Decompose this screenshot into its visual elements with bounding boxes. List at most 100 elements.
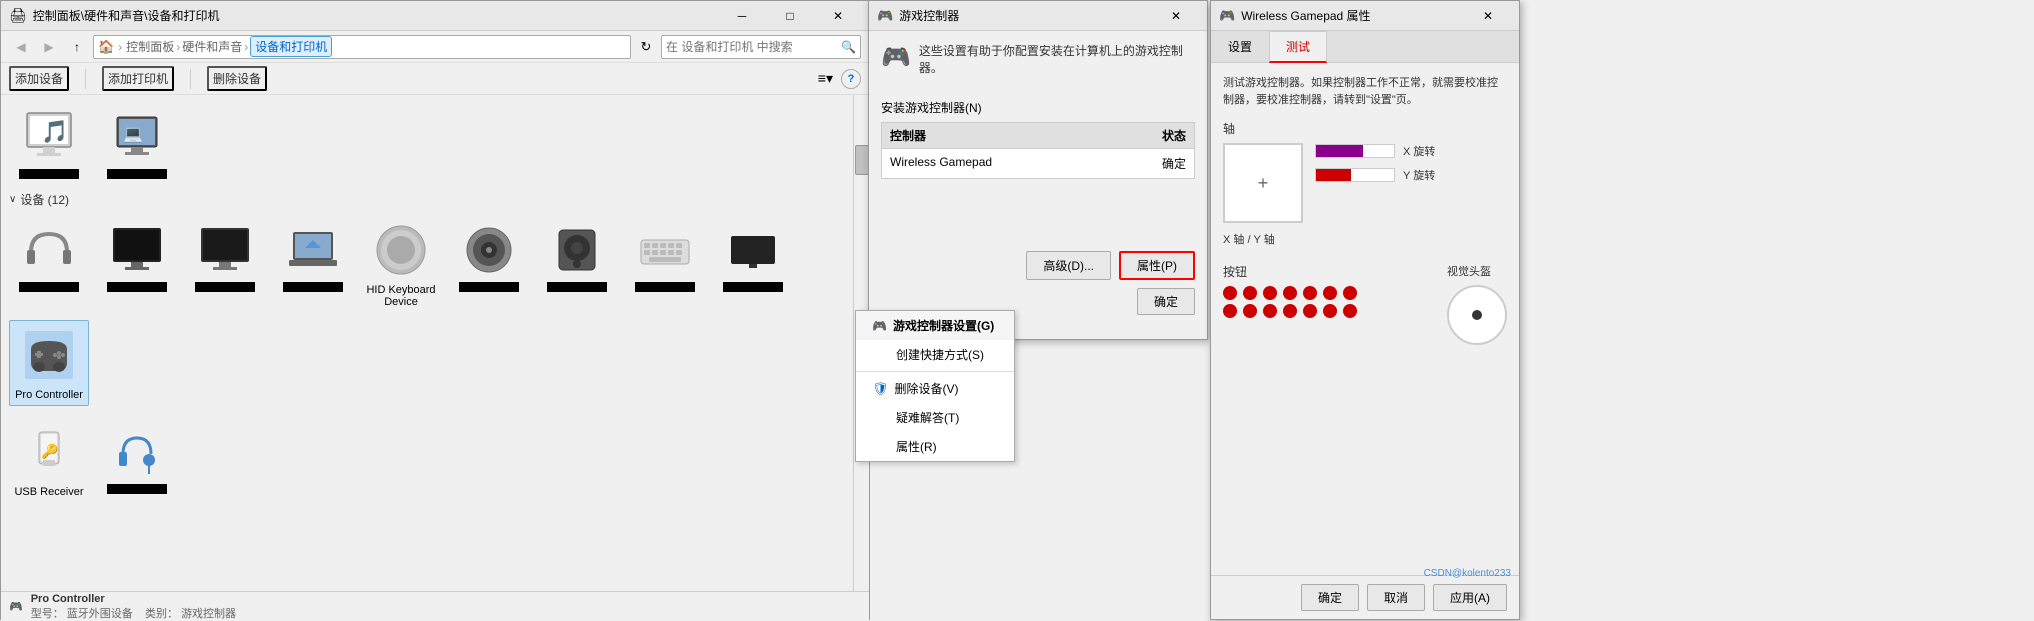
gamepad-ok-button[interactable]: 确定 <box>1137 288 1195 315</box>
props-close-button[interactable]: ✕ <box>1465 2 1511 30</box>
btn-dot-14 <box>1343 304 1357 318</box>
refresh-button[interactable]: ↻ <box>635 36 657 58</box>
hat-label: 视觉头盔 <box>1447 263 1507 279</box>
gamepad-title-bar: 🎮 游戏控制器 ✕ <box>869 1 1207 31</box>
device-icon-speaker2 <box>547 220 607 280</box>
device-item-usb-receiver[interactable]: 🔑 USB Receiver <box>9 418 89 502</box>
ctx-item-remove-device[interactable]: 🛡 删除设备(V) <box>856 374 1014 403</box>
help-button[interactable]: ? <box>841 69 861 89</box>
gamepad-buttons: 高级(D)... 属性(P) <box>881 251 1195 280</box>
devices-section-header[interactable]: ∨ 设备 (12) <box>9 191 845 208</box>
search-bar[interactable]: 🔍 <box>661 35 861 59</box>
device-label-bar-bt-headset <box>107 484 167 494</box>
gamepad-window: 🎮 游戏控制器 ✕ 🎮 这些设置有助于你配置安装在计算机上的游戏控制器。 安装游… <box>868 0 1208 340</box>
minimize-button[interactable]: ─ <box>719 2 765 30</box>
gamepad-title-icon: 🎮 <box>877 8 893 24</box>
ctx-item-game-settings[interactable]: 🎮 游戏控制器设置(G) <box>856 311 1014 340</box>
device-item-unknown[interactable] <box>713 216 793 312</box>
device-icon-printer1: 🎵 <box>19 107 79 167</box>
context-menu: 🎮 游戏控制器设置(G) 创建快捷方式(S) 🛡 删除设备(V) 疑难解答(T)… <box>855 310 1015 462</box>
gamepad-table-row[interactable]: Wireless Gamepad 确定 <box>881 149 1195 179</box>
ctx-separator-1 <box>856 371 1014 372</box>
device-item-printer2[interactable]: 💻 <box>97 103 177 183</box>
ctx-item-create-shortcut[interactable]: 创建快捷方式(S) <box>856 340 1014 369</box>
device-icon-unknown <box>723 220 783 280</box>
device-item-hid-keyboard[interactable]: HID KeyboardDevice <box>361 216 441 312</box>
btn-dot-11 <box>1283 304 1297 318</box>
device-icon-keyboard <box>635 220 695 280</box>
status-bar: 🎮 Pro Controller 型号： 蓝牙外围设备 类别： 游戏控制器 <box>1 591 869 621</box>
main-window: 🖨 控制面板\硬件和声音\设备和打印机 ─ □ ✕ ◀ ▶ ↑ 🏠 › 控制面板… <box>0 0 870 620</box>
device-item-keyboard[interactable] <box>625 216 705 312</box>
gamepad-desc-row: 🎮 这些设置有助于你配置安装在计算机上的游戏控制器。 <box>881 43 1195 89</box>
tab-test[interactable]: 测试 <box>1269 31 1327 63</box>
add-printer-button[interactable]: 添加打印机 <box>102 66 174 91</box>
device-item-headphones[interactable] <box>9 216 89 312</box>
x-axis-fill <box>1316 145 1363 157</box>
status-model: 蓝牙外围设备 <box>67 608 133 620</box>
cmd-right: ≡▾ ? <box>814 68 861 89</box>
back-button[interactable]: ◀ <box>9 35 33 59</box>
device-item-pro-controller[interactable]: Pro Controller <box>9 320 89 406</box>
remove-device-button[interactable]: 删除设备 <box>207 66 267 91</box>
device-icon-usb-receiver: 🔑 <box>19 422 79 482</box>
device-icon-monitor1 <box>107 220 167 280</box>
address-separator-3: › <box>244 40 248 54</box>
device-item-laptop[interactable] <box>273 216 353 312</box>
watermark: CSDN@kolento233 <box>1424 568 1511 579</box>
device-item-printer1[interactable]: 🎵 <box>9 103 89 183</box>
ctx-item-properties[interactable]: 属性(R) <box>856 432 1014 461</box>
close-button[interactable]: ✕ <box>815 2 861 30</box>
props-ok-button[interactable]: 确定 <box>1301 584 1359 611</box>
btn-dot-6 <box>1323 286 1337 300</box>
device-item-speaker2[interactable] <box>537 216 617 312</box>
devices-section-chevron: ∨ <box>9 194 16 205</box>
device-label-bar-unknown <box>723 282 783 292</box>
y-axis-row: Y 旋转 <box>1315 167 1443 183</box>
search-input[interactable] <box>666 40 841 54</box>
devices-section-label: 设备 (12) <box>20 191 69 208</box>
maximize-button[interactable]: □ <box>767 2 813 30</box>
props-apply-button[interactable]: 应用(A) <box>1433 584 1507 611</box>
status-model-label: 型号： <box>31 608 64 620</box>
scroll-thumb[interactable] <box>855 145 869 175</box>
device-item-monitor1[interactable] <box>97 216 177 312</box>
printers-row: 🎵 <box>9 103 845 183</box>
device-label-usb-receiver: USB Receiver <box>9 486 89 498</box>
gamepad-install-label: 安装游戏控制器(N) <box>881 99 1195 116</box>
address-home-icon: 🏠 <box>98 39 114 55</box>
buttons-label: 按钮 <box>1223 263 1431 280</box>
device-item-bt-headset[interactable] <box>97 418 177 502</box>
address-bar[interactable]: 🏠 › 控制面板 › 硬件和声音 › 设备和打印机 <box>93 35 631 59</box>
props-footer: 确定 取消 应用(A) <box>1211 575 1519 619</box>
search-icon: 🔍 <box>841 40 856 54</box>
add-device-button[interactable]: 添加设备 <box>9 66 69 91</box>
device-item-speaker1[interactable] <box>449 216 529 312</box>
tab-settings[interactable]: 设置 <box>1211 31 1269 63</box>
btn-dot-3 <box>1263 286 1277 300</box>
gamepad-properties-button[interactable]: 属性(P) <box>1119 251 1195 280</box>
status-device-detail: 型号： 蓝牙外围设备 类别： 游戏控制器 <box>31 605 236 621</box>
devices-grid-2: 🔑 USB Receiver <box>9 418 845 502</box>
up-button[interactable]: ↑ <box>65 35 89 59</box>
gamepad-col-status: 状态 <box>1126 127 1186 144</box>
axes-label: 轴 <box>1223 120 1507 137</box>
device-item-monitor2[interactable] <box>185 216 265 312</box>
status-category-label: 类别： <box>145 608 178 620</box>
gamepad-table-header: 控制器 状态 <box>881 122 1195 149</box>
y-axis-track <box>1315 168 1395 182</box>
props-window: 🎮 Wireless Gamepad 属性 ✕ 设置 测试 测试游戏控制器。如果… <box>1210 0 1520 620</box>
gamepad-advanced-button[interactable]: 高级(D)... <box>1026 251 1111 280</box>
address-part-3: 设备和打印机 <box>250 36 332 57</box>
props-cancel-button[interactable]: 取消 <box>1367 584 1425 611</box>
gamepad-col-controller: 控制器 <box>890 127 1126 144</box>
device-icon-printer2: 💻 <box>107 107 167 167</box>
joystick-cross-icon: + <box>1258 173 1269 194</box>
address-separator-2: › <box>176 40 180 54</box>
ctx-game-settings-icon: 🎮 <box>872 319 887 333</box>
view-button[interactable]: ≡▾ <box>814 68 837 89</box>
ctx-item-troubleshoot[interactable]: 疑难解答(T) <box>856 403 1014 432</box>
forward-button[interactable]: ▶ <box>37 35 61 59</box>
gamepad-close-button[interactable]: ✕ <box>1153 2 1199 30</box>
svg-text:🎵: 🎵 <box>41 119 68 144</box>
